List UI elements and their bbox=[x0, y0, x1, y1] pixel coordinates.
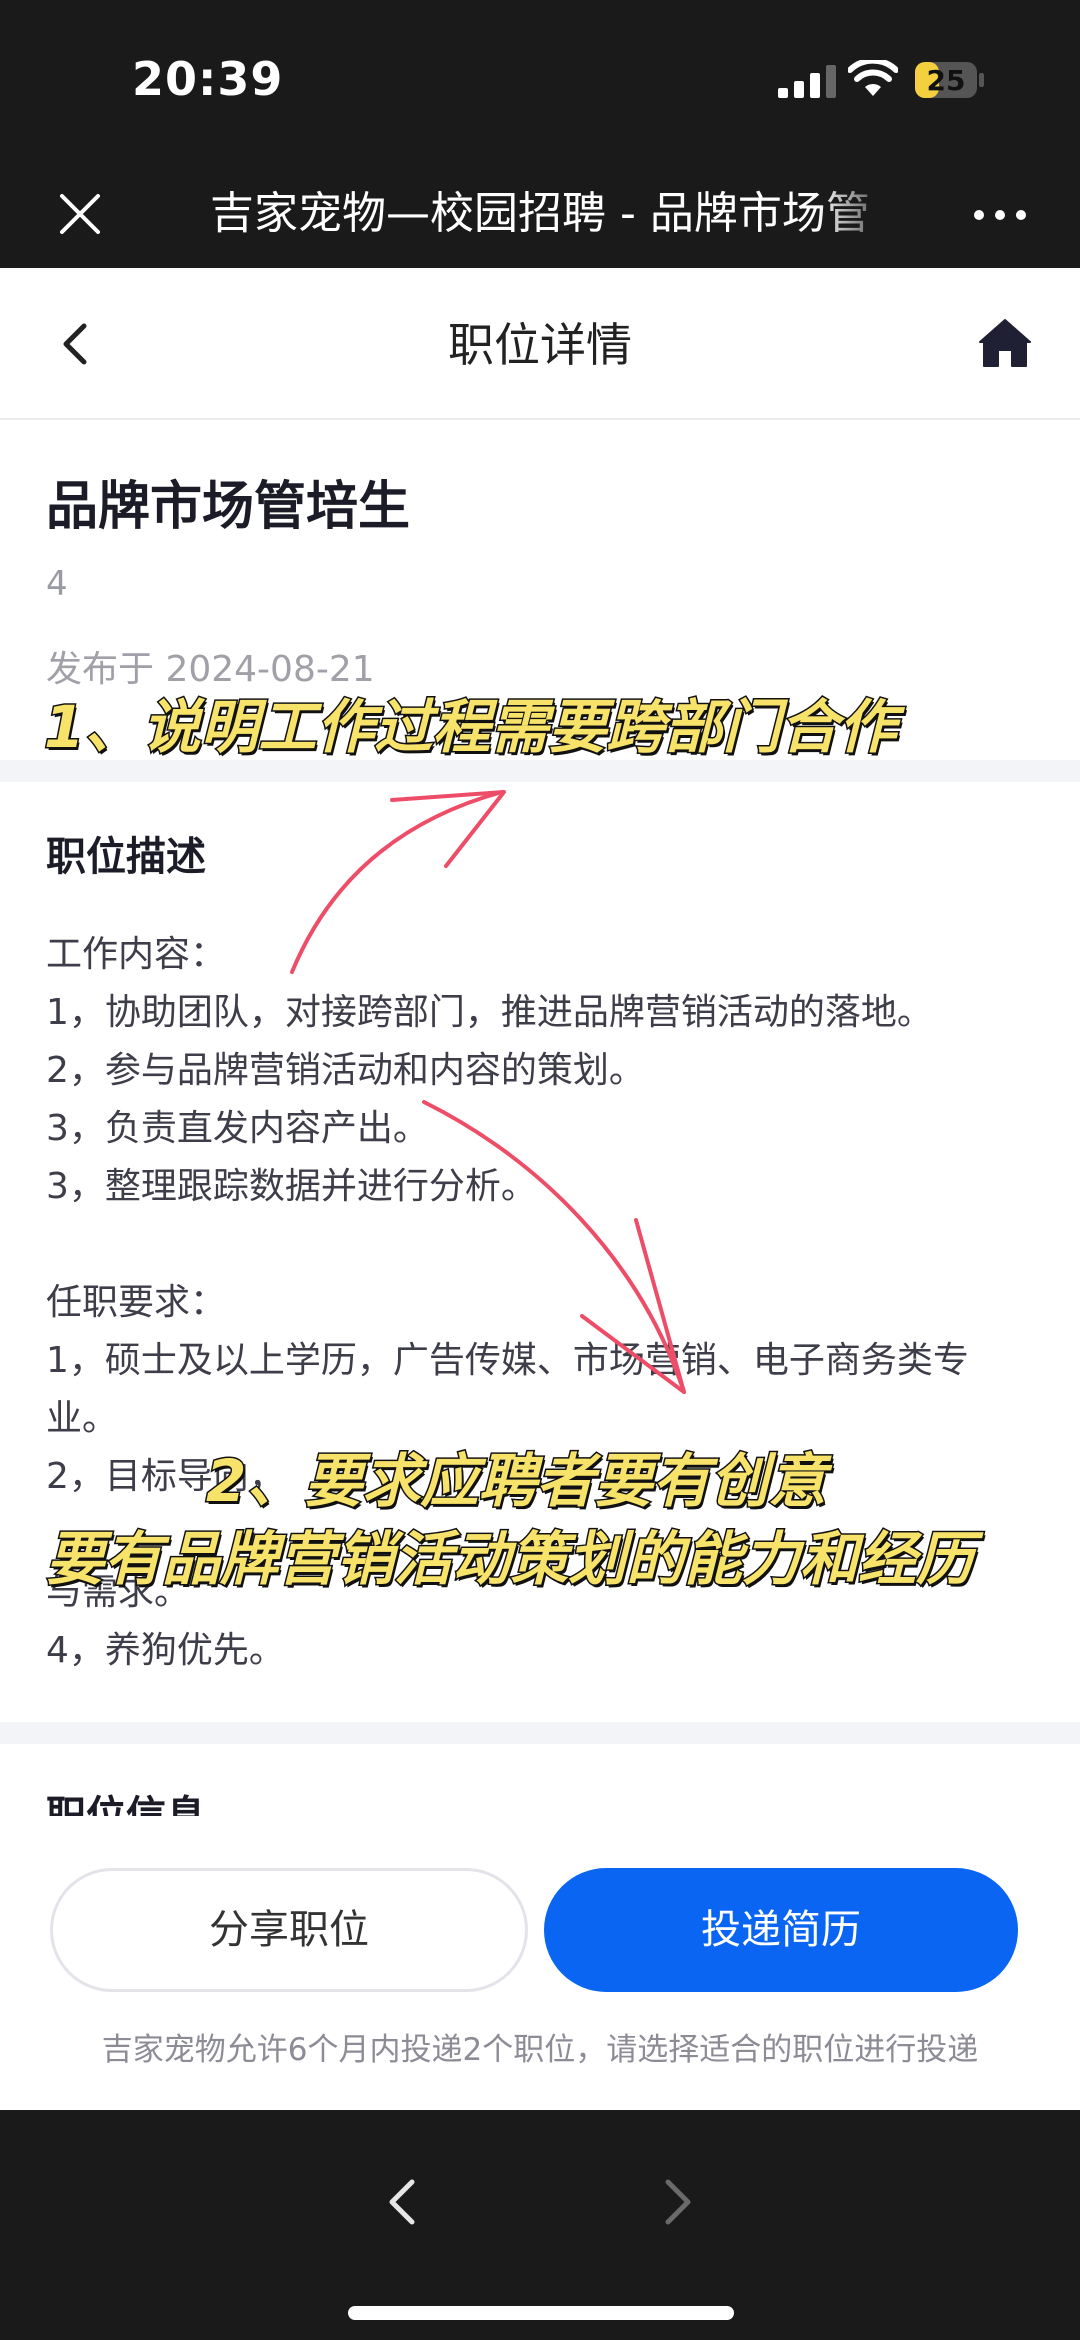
job-headcount: 4 bbox=[46, 564, 68, 604]
status-bar: 20:39 25 bbox=[0, 0, 1080, 160]
application-limit-notice: 吉家宠物允许6个月内投递2个职位，请选择适合的职位进行投递 bbox=[101, 2032, 979, 2068]
browser-title-bar: 吉家宠物—校园招聘 - 品牌市场管 bbox=[0, 160, 1080, 268]
page-nav-bar: 职位详情 bbox=[0, 268, 1080, 420]
description-line: 工作内容： bbox=[46, 934, 227, 975]
job-title: 品牌市场管培生 bbox=[46, 477, 411, 537]
browser-forward-icon[interactable] bbox=[654, 2172, 702, 2232]
home-icon[interactable] bbox=[978, 316, 1032, 370]
description-blank-line bbox=[46, 1216, 1036, 1274]
annotation-caption-1: 1、说明工作过程需要跨部门合作 bbox=[42, 692, 897, 763]
battery-icon: 25 bbox=[914, 60, 986, 100]
section-heading-job-info: 职位信息 bbox=[46, 1793, 206, 1816]
cellular-signal-icon bbox=[778, 65, 836, 98]
description-line: 4，养狗优先。 bbox=[46, 1630, 285, 1671]
status-time: 20:39 bbox=[132, 52, 284, 106]
submit-resume-button[interactable]: 投递简历 bbox=[544, 1868, 1018, 1992]
description-line: 3，整理跟踪数据并进行分析。 bbox=[46, 1166, 537, 1207]
share-position-button[interactable]: 分享职位 bbox=[50, 1868, 528, 1992]
description-line: 任职要求： bbox=[46, 1282, 227, 1323]
description-line: 1，硕士及以上学历，广告传媒、市场营销、电子商务类专业。 bbox=[46, 1340, 969, 1439]
wifi-icon bbox=[848, 60, 898, 96]
browser-bottom-bar bbox=[0, 2110, 1080, 2340]
page-title: 职位详情 bbox=[448, 318, 632, 372]
description-line: 3，负责直发内容产出。 bbox=[46, 1108, 429, 1149]
action-area: 分享职位 投递简历 吉家宠物允许6个月内投递2个职位，请选择适合的职位进行投递 bbox=[0, 1816, 1080, 2110]
battery-level: 25 bbox=[926, 64, 966, 97]
annotation-caption-2: 2、要求应聘者要有创意 bbox=[204, 1446, 827, 1517]
description-line: 2，参与品牌营销活动和内容的策划。 bbox=[46, 1050, 645, 1091]
close-icon[interactable] bbox=[56, 190, 104, 238]
section-heading-description: 职位描述 bbox=[46, 834, 206, 880]
browser-title: 吉家宠物—校园招聘 - 品牌市场管 bbox=[210, 188, 870, 239]
description-line: 1，协助团队，对接跨部门，推进品牌营销活动的落地。 bbox=[46, 992, 933, 1033]
more-options-icon[interactable] bbox=[970, 192, 1030, 236]
annotation-caption-3: 要有品牌营销活动策划的能力和经历 bbox=[44, 1524, 975, 1595]
browser-back-icon[interactable] bbox=[378, 2172, 426, 2232]
home-indicator[interactable] bbox=[348, 2306, 734, 2320]
section-divider bbox=[0, 1722, 1080, 1744]
